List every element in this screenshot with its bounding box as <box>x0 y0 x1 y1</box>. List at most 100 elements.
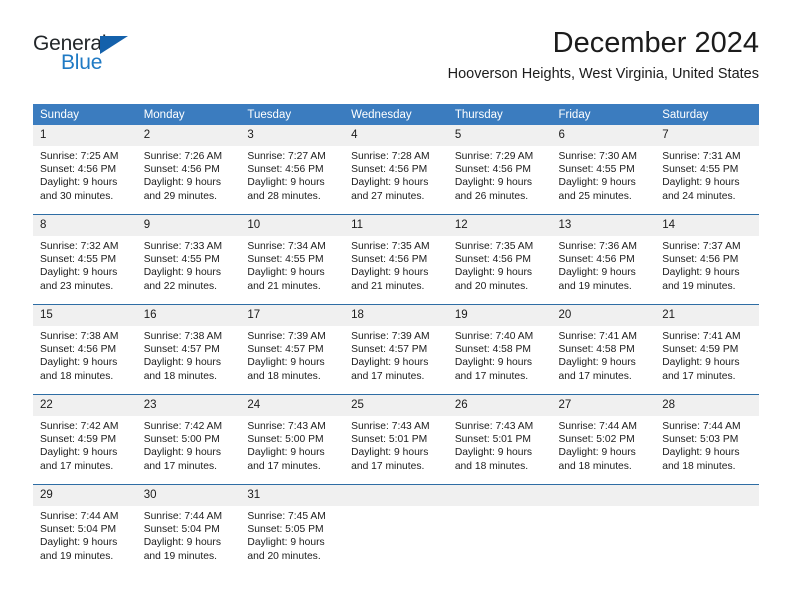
day-cell[interactable]: 9 Sunrise: 7:33 AM Sunset: 4:55 PM Daylight… <box>136 214 241 305</box>
weekday-header-wednesday: Wednesday <box>344 104 448 125</box>
day-number: 24 <box>240 395 345 416</box>
sunrise-text: Sunrise: 7:44 AM <box>662 421 741 432</box>
day-cell[interactable]: 5 Sunrise: 7:29 AM Sunset: 4:56 PM Daylight… <box>447 125 552 215</box>
daylight-text-line2: and 19 minutes. <box>558 280 632 292</box>
sunset-text: Sunset: 5:05 PM <box>247 524 324 536</box>
day-cell[interactable]: 28 Sunrise: 7:44 AM Sunset: 5:03 PM Dayligh… <box>655 394 759 485</box>
day-cell[interactable]: 26 Sunrise: 7:43 AM Sunset: 5:01 PM Dayligh… <box>447 394 552 485</box>
daylight-text-line2: and 27 minutes. <box>351 190 425 202</box>
sunset-text: Sunset: 5:00 PM <box>143 434 220 446</box>
day-cell[interactable]: 23 Sunrise: 7:42 AM Sunset: 5:00 PM Dayligh… <box>136 394 241 485</box>
day-cell[interactable]: 25 Sunrise: 7:43 AM Sunset: 5:01 PM Dayligh… <box>344 394 448 485</box>
daylight-text-line2: and 28 minutes. <box>247 190 321 202</box>
day-cell[interactable]: 4 Sunrise: 7:28 AM Sunset: 4:56 PM Daylight… <box>344 125 448 215</box>
day-number: 3 <box>240 125 345 146</box>
sunrise-text: Sunrise: 7:43 AM <box>351 421 430 432</box>
daylight-text-line1: Daylight: 9 hours <box>40 267 118 279</box>
day-cell[interactable]: 10 Sunrise: 7:34 AM Sunset: 4:55 PM Dayligh… <box>240 214 345 305</box>
day-number: 19 <box>447 305 552 326</box>
day-cell[interactable]: 24 Sunrise: 7:43 AM Sunset: 5:00 PM Dayligh… <box>240 394 345 485</box>
daylight-text-line2: and 20 minutes. <box>454 280 529 292</box>
calendar-week-row: 1 Sunrise: 7:25 AM Sunset: 4:56 PM Daylight… <box>33 125 759 215</box>
day-cell[interactable]: 6 Sunrise: 7:30 AM Sunset: 4:55 PM Daylight… <box>551 125 656 215</box>
day-details: Sunrise: 7:31 AM Sunset: 4:55 PM Daylight:… <box>655 146 759 203</box>
sunset-text: Sunset: 4:55 PM <box>662 164 739 176</box>
day-cell[interactable]: 17 Sunrise: 7:39 AM Sunset: 4:57 PM Dayligh… <box>240 304 345 395</box>
day-cell[interactable]: 21 Sunrise: 7:41 AM Sunset: 4:59 PM Dayligh… <box>655 304 759 395</box>
sunrise-text: Sunrise: 7:39 AM <box>351 331 430 342</box>
day-cell[interactable]: 30 Sunrise: 7:44 AM Sunset: 5:04 PM Dayligh… <box>136 484 241 574</box>
day-cell[interactable]: 29 Sunrise: 7:44 AM Sunset: 5:04 PM Dayligh… <box>33 484 137 574</box>
calendar-week-row: 15 Sunrise: 7:38 AM Sunset: 4:56 PM Dayligh… <box>33 304 759 395</box>
sunset-text: Sunset: 4:55 PM <box>247 254 324 266</box>
day-cell[interactable]: 8 Sunrise: 7:32 AM Sunset: 4:55 PM Daylight… <box>33 214 137 305</box>
daylight-text-line2: and 19 minutes. <box>662 280 736 292</box>
day-details: Sunrise: 7:34 AM Sunset: 4:55 PM Daylight:… <box>240 236 344 293</box>
day-details: Sunrise: 7:35 AM Sunset: 4:56 PM Daylight:… <box>344 236 448 293</box>
sunrise-text: Sunrise: 7:33 AM <box>143 241 223 252</box>
day-cell[interactable]: 12 Sunrise: 7:35 AM Sunset: 4:56 PM Dayligh… <box>447 214 552 305</box>
day-details: Sunrise: 7:30 AM Sunset: 4:55 PM Daylight:… <box>552 146 656 203</box>
day-details: Sunrise: 7:37 AM Sunset: 4:56 PM Daylight:… <box>655 236 759 293</box>
day-cell[interactable]: 27 Sunrise: 7:44 AM Sunset: 5:02 PM Dayligh… <box>551 394 656 485</box>
day-cell[interactable]: 2 Sunrise: 7:26 AM Sunset: 4:56 PM Daylight… <box>136 125 241 215</box>
day-number <box>551 485 656 506</box>
sunset-text: Sunset: 4:55 PM <box>558 164 635 176</box>
sunrise-text: Sunrise: 7:35 AM <box>351 241 430 252</box>
sunrise-text: Sunrise: 7:39 AM <box>247 331 326 342</box>
day-number: 7 <box>655 125 759 146</box>
day-cell[interactable]: 31 Sunrise: 7:45 AM Sunset: 5:05 PM Dayligh… <box>240 484 345 574</box>
sunrise-text: Sunrise: 7:44 AM <box>40 511 119 522</box>
day-number: 30 <box>136 485 241 506</box>
day-cell[interactable]: 7 Sunrise: 7:31 AM Sunset: 4:55 PM Daylight… <box>655 125 759 215</box>
sunset-text: Sunset: 4:57 PM <box>247 344 324 356</box>
day-number <box>344 485 448 506</box>
calendar-page: General Blue December 2024 Hooverson Hei… <box>0 0 792 612</box>
day-number: 9 <box>136 215 241 236</box>
logo-triangle-icon <box>100 36 128 54</box>
daylight-text-line1: Daylight: 9 hours <box>40 447 118 459</box>
sunset-text: Sunset: 4:56 PM <box>662 254 739 266</box>
daylight-text-line1: Daylight: 9 hours <box>662 267 740 279</box>
daylight-text-line1: Daylight: 9 hours <box>247 357 325 369</box>
daylight-text-line2: and 23 minutes. <box>40 280 114 292</box>
sunset-text: Sunset: 4:59 PM <box>40 434 117 446</box>
sunrise-text: Sunrise: 7:36 AM <box>558 241 637 252</box>
day-cell[interactable]: 16 Sunrise: 7:38 AM Sunset: 4:57 PM Dayligh… <box>136 304 241 395</box>
daylight-text-line1: Daylight: 9 hours <box>558 447 636 459</box>
daylight-text-line2: and 18 minutes. <box>454 460 529 472</box>
day-cell[interactable]: 22 Sunrise: 7:42 AM Sunset: 4:59 PM Dayligh… <box>33 394 137 485</box>
daylight-text-line2: and 18 minutes. <box>143 370 217 382</box>
day-details: Sunrise: 7:38 AM Sunset: 4:56 PM Daylight:… <box>33 326 137 383</box>
daylight-text-line1: Daylight: 9 hours <box>247 447 325 459</box>
weekday-header-friday: Friday <box>551 104 656 125</box>
day-cell-empty <box>344 484 448 574</box>
day-cell[interactable]: 20 Sunrise: 7:41 AM Sunset: 4:58 PM Dayligh… <box>551 304 656 395</box>
daylight-text-line1: Daylight: 9 hours <box>143 177 221 189</box>
daylight-text-line1: Daylight: 9 hours <box>143 537 221 549</box>
day-cell[interactable]: 13 Sunrise: 7:36 AM Sunset: 4:56 PM Dayligh… <box>551 214 656 305</box>
calendar-week-row: 8 Sunrise: 7:32 AM Sunset: 4:55 PM Daylight… <box>33 214 759 305</box>
day-cell[interactable]: 18 Sunrise: 7:39 AM Sunset: 4:57 PM Dayligh… <box>344 304 448 395</box>
day-cell[interactable]: 3 Sunrise: 7:27 AM Sunset: 4:56 PM Daylight… <box>240 125 345 215</box>
day-details: Sunrise: 7:41 AM Sunset: 4:58 PM Daylight:… <box>552 326 656 383</box>
day-number: 29 <box>33 485 137 506</box>
sunrise-text: Sunrise: 7:27 AM <box>247 151 326 162</box>
day-details: Sunrise: 7:40 AM Sunset: 4:58 PM Daylight:… <box>448 326 552 383</box>
sunrise-text: Sunrise: 7:31 AM <box>662 151 741 162</box>
day-cell[interactable]: 15 Sunrise: 7:38 AM Sunset: 4:56 PM Dayligh… <box>33 304 137 395</box>
day-number: 26 <box>447 395 552 416</box>
daylight-text-line2: and 25 minutes. <box>558 190 632 202</box>
day-number: 23 <box>136 395 241 416</box>
generalblue-logo[interactable]: General Blue <box>33 32 143 78</box>
sunset-text: Sunset: 4:58 PM <box>558 344 635 356</box>
day-cell[interactable]: 1 Sunrise: 7:25 AM Sunset: 4:56 PM Daylight… <box>33 125 137 215</box>
day-number: 2 <box>136 125 241 146</box>
day-cell[interactable]: 19 Sunrise: 7:40 AM Sunset: 4:58 PM Dayligh… <box>447 304 552 395</box>
day-details: Sunrise: 7:36 AM Sunset: 4:56 PM Daylight:… <box>552 236 656 293</box>
daylight-text-line1: Daylight: 9 hours <box>662 177 740 189</box>
day-number: 13 <box>551 215 656 236</box>
day-cell[interactable]: 14 Sunrise: 7:37 AM Sunset: 4:56 PM Dayligh… <box>655 214 759 305</box>
day-details: Sunrise: 7:43 AM Sunset: 5:00 PM Daylight:… <box>240 416 344 473</box>
day-cell[interactable]: 11 Sunrise: 7:35 AM Sunset: 4:56 PM Dayligh… <box>344 214 448 305</box>
